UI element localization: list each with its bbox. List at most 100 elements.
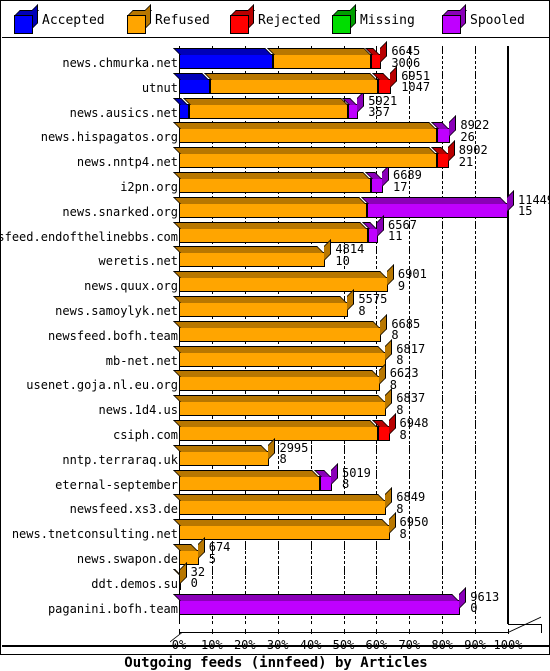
bar-value-labels: 6689 17 xyxy=(393,169,422,193)
bar-segment-accepted[interactable] xyxy=(173,97,189,119)
row-tick xyxy=(409,544,411,550)
bar-segment-top-face xyxy=(173,122,437,130)
bar-segment-spooled[interactable] xyxy=(431,115,457,144)
row-tick xyxy=(310,444,312,451)
row-tick xyxy=(508,72,509,79)
chart-plot-area: news.chmurka.net 6645 3006 utnut 6951 1047 new… xyxy=(0,38,550,671)
bar-value-labels: 6623 8 xyxy=(390,368,419,391)
row-tick xyxy=(442,172,444,178)
x-tick xyxy=(211,629,213,634)
row-tick xyxy=(442,370,444,377)
bar-segment-refused[interactable] xyxy=(173,537,205,565)
bar-segment-accepted[interactable] xyxy=(173,72,211,94)
row-tick xyxy=(508,271,509,278)
row-tick xyxy=(508,147,509,154)
bar-segment-refused[interactable] xyxy=(173,512,396,541)
bar-segment-spooled[interactable] xyxy=(365,165,389,193)
bar-value-secondary: 15 xyxy=(518,204,533,219)
bar-segment-refused[interactable] xyxy=(173,469,321,491)
bar-segment-refused[interactable] xyxy=(173,420,379,441)
bar-segment-rejected[interactable] xyxy=(365,41,388,69)
row-tick xyxy=(442,97,444,104)
bar-segment-refused[interactable] xyxy=(173,338,393,367)
bar-segment-refused[interactable] xyxy=(173,487,393,516)
bar-value-labels: 4814 10 xyxy=(335,244,364,267)
bar-value-secondary: 26 xyxy=(460,129,475,144)
bar-row-label: paganini.bofh.team xyxy=(47,601,178,616)
row-ticks xyxy=(179,568,509,575)
row-tick xyxy=(475,296,477,302)
bar-segment-top-face xyxy=(173,172,371,179)
row-tick xyxy=(508,568,509,575)
bar-segment-refused[interactable] xyxy=(173,313,388,342)
bar-segment-rejected[interactable] xyxy=(372,65,398,94)
row-tick xyxy=(475,469,477,476)
chart-legend: Accepted Refused Rejected Missing Spooled xyxy=(2,2,550,38)
bar-segment-spooled[interactable] xyxy=(342,90,365,119)
bar-value-secondary: 21 xyxy=(458,154,474,169)
bar-segment-accepted[interactable] xyxy=(173,48,273,69)
bar-segment-refused[interactable] xyxy=(173,122,438,144)
row-tick xyxy=(475,48,477,54)
bar-segment-refused[interactable] xyxy=(266,48,372,69)
bar-segment-refused[interactable] xyxy=(173,221,369,243)
x-tick xyxy=(244,629,246,634)
bar-segment-top-face xyxy=(173,221,368,229)
bar-end-cap xyxy=(449,115,457,138)
bar-row: news.snarked.org 1144915 xyxy=(2,189,550,222)
bar-segment-refused[interactable] xyxy=(204,72,379,94)
bar-row: i2pn.org 6689 17 xyxy=(2,165,550,197)
row-tick xyxy=(343,568,345,575)
bar-segment-refused[interactable] xyxy=(173,388,393,417)
bar-value-secondary: 0 xyxy=(470,601,478,616)
bar-segment-top-face xyxy=(360,196,507,204)
bar-row: newsfeed.bofh.team 6685 8 xyxy=(2,313,550,346)
bar-segment-spooled[interactable] xyxy=(173,586,467,615)
bar-row: newsfeed.xs3.de 6849 8 xyxy=(2,487,550,519)
bar-segment-refused[interactable] xyxy=(173,172,372,193)
bar-value-secondary: 0 xyxy=(190,576,198,591)
row-tick xyxy=(442,296,444,302)
bar-segment-top-face xyxy=(204,72,378,80)
bar-segment-spooled[interactable] xyxy=(362,214,385,243)
bar-segment-refused[interactable] xyxy=(173,289,355,317)
x-tick xyxy=(310,629,312,634)
legend-item-accepted: Accepted xyxy=(14,2,105,38)
bar-value-labels: 6951 1047 xyxy=(401,70,430,94)
legend-label-rejected: Rejected xyxy=(258,12,321,28)
bar-segment-refused[interactable] xyxy=(173,363,386,392)
bar-segment-refused[interactable] xyxy=(173,437,276,466)
row-tick xyxy=(376,444,378,451)
bar-row-label: nntp.terraraq.uk xyxy=(62,452,178,467)
bar-value-labels: 6685 8 xyxy=(391,318,420,342)
row-tick xyxy=(475,221,477,228)
row-tick xyxy=(442,444,444,451)
bar-segment-refused[interactable] xyxy=(173,147,438,169)
bar-segment-refused[interactable] xyxy=(173,264,394,293)
bar-value-labels: 6817 8 xyxy=(396,343,425,367)
bar-segment-top-face xyxy=(173,320,381,328)
bar-segment-refused[interactable] xyxy=(182,97,349,119)
row-tick xyxy=(442,320,444,327)
row-tick xyxy=(442,568,444,575)
row-tick xyxy=(508,97,509,104)
x-tick xyxy=(376,629,378,634)
bar-segment-rejected[interactable] xyxy=(431,140,455,169)
bar-segment-top-face xyxy=(173,469,320,477)
bar-row-label: news.quux.org xyxy=(84,279,178,294)
bar-value-labels: 674 5 xyxy=(208,541,231,566)
bar-value-secondary: 5 xyxy=(208,551,216,566)
bar-segment-spooled[interactable] xyxy=(360,189,514,218)
bar-value-secondary: 8 xyxy=(279,452,287,467)
row-tick xyxy=(475,544,477,550)
bar-segment-spooled[interactable] xyxy=(314,462,338,491)
bar-segment-refused[interactable] xyxy=(173,239,332,268)
bar-row-label: news.nntp4.net xyxy=(76,155,178,170)
bar-segment-refused[interactable] xyxy=(173,561,187,590)
bar-segment-refused[interactable] xyxy=(173,196,367,218)
bar-row: news.samoylyk.net 5575 8 xyxy=(2,289,550,321)
row-tick xyxy=(508,370,509,377)
bar-segment-rejected[interactable] xyxy=(372,413,396,441)
row-tick xyxy=(475,395,477,402)
bar-value-labels: 32 0 xyxy=(190,566,205,591)
